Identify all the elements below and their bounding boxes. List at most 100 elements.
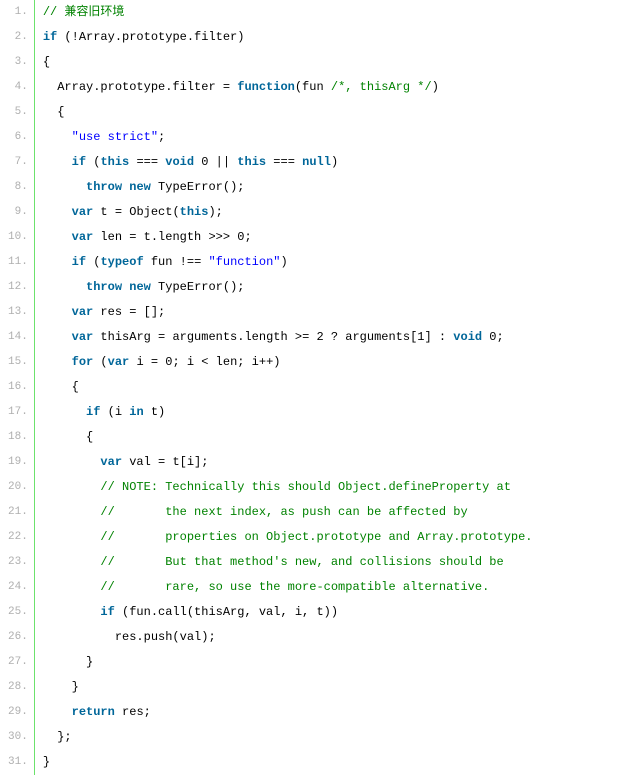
token-pln (43, 300, 72, 325)
token-cm: // the next index, as push can be affect… (100, 500, 467, 525)
token-pln: ( (86, 250, 100, 275)
line-number: 9. (0, 200, 28, 225)
line-number: 16. (0, 375, 28, 400)
token-pln: val = t[i]; (122, 450, 208, 475)
code-line: // properties on Object.prototype and Ar… (43, 525, 623, 550)
line-number: 12. (0, 275, 28, 300)
line-number: 5. (0, 100, 28, 125)
line-number: 8. (0, 175, 28, 200)
token-pln: ( (86, 150, 100, 175)
code-content: // 兼容旧环境if (!Array.prototype.filter){ Ar… (35, 0, 623, 775)
token-str: "use strict" (72, 125, 158, 150)
token-kw: if (100, 600, 114, 625)
code-line: // But that method's new, and collisions… (43, 550, 623, 575)
token-kw: var (72, 325, 94, 350)
code-line: var res = []; (43, 300, 623, 325)
token-pln: (fun.call(thisArg, val, i, t)) (115, 600, 338, 625)
code-line: var thisArg = arguments.length >= 2 ? ar… (43, 325, 623, 350)
code-line: if (this === void 0 || this === null) (43, 150, 623, 175)
token-kw: var (72, 300, 94, 325)
token-pln: TypeError(); (151, 175, 245, 200)
line-number: 7. (0, 150, 28, 175)
token-pln: ) (280, 250, 287, 275)
line-number: 27. (0, 650, 28, 675)
code-line: } (43, 750, 623, 775)
line-number: 2. (0, 25, 28, 50)
token-kw: in (129, 400, 143, 425)
token-kw: if (86, 400, 100, 425)
line-number: 4. (0, 75, 28, 100)
token-kw: new (129, 175, 151, 200)
token-pln: t = Object( (93, 200, 179, 225)
token-kw: if (72, 250, 86, 275)
code-line: // 兼容旧环境 (43, 0, 623, 25)
code-line: { (43, 100, 623, 125)
token-pln: ); (208, 200, 222, 225)
line-number: 23. (0, 550, 28, 575)
token-pln (43, 475, 101, 500)
line-number: 3. (0, 50, 28, 75)
token-pln (43, 550, 101, 575)
token-kw: void (453, 325, 482, 350)
token-pln: 0 || (194, 150, 237, 175)
token-pln: Array.prototype.filter = (43, 75, 237, 100)
code-line: var t = Object(this); (43, 200, 623, 225)
code-line: if (!Array.prototype.filter) (43, 25, 623, 50)
token-pln: === (129, 150, 165, 175)
token-pln: 0; (482, 325, 504, 350)
token-pln (43, 150, 72, 175)
token-pln (43, 275, 86, 300)
token-pln (43, 600, 101, 625)
code-line: var val = t[i]; (43, 450, 623, 475)
token-pln: ) (432, 75, 439, 100)
token-cm: // 兼容旧环境 (43, 0, 125, 25)
line-number: 14. (0, 325, 28, 350)
token-pln: } (43, 675, 79, 700)
line-number: 25. (0, 600, 28, 625)
token-pln (43, 200, 72, 225)
token-pln: } (43, 650, 93, 675)
token-pln: (!Array.prototype.filter) (57, 25, 244, 50)
token-cm: // NOTE: Technically this should Object.… (100, 475, 510, 500)
line-number: 22. (0, 525, 28, 550)
line-number: 31. (0, 750, 28, 775)
line-number: 17. (0, 400, 28, 425)
line-number: 21. (0, 500, 28, 525)
line-number: 20. (0, 475, 28, 500)
token-kw: function (237, 75, 295, 100)
line-number: 1. (0, 0, 28, 25)
token-kw: var (72, 200, 94, 225)
token-cm: // rare, so use the more-compatible alte… (100, 575, 489, 600)
code-line: { (43, 50, 623, 75)
token-kw: var (100, 450, 122, 475)
line-number: 26. (0, 625, 28, 650)
token-kw: throw (86, 275, 122, 300)
token-pln: thisArg = arguments.length >= 2 ? argume… (93, 325, 453, 350)
token-pln (43, 700, 72, 725)
token-pln (43, 125, 72, 150)
line-number: 6. (0, 125, 28, 150)
line-number: 18. (0, 425, 28, 450)
token-kw: for (72, 350, 94, 375)
line-number: 24. (0, 575, 28, 600)
code-line: for (var i = 0; i < len; i++) (43, 350, 623, 375)
token-pln: i = 0; i < len; i++) (129, 350, 280, 375)
token-kw: var (108, 350, 130, 375)
token-kw: throw (86, 175, 122, 200)
code-line: } (43, 650, 623, 675)
code-line: throw new TypeError(); (43, 175, 623, 200)
token-pln: ; (158, 125, 165, 150)
token-pln (43, 250, 72, 275)
token-pln: }; (43, 725, 72, 750)
token-pln: (i (100, 400, 129, 425)
code-line: res.push(val); (43, 625, 623, 650)
code-line: return res; (43, 700, 623, 725)
token-pln: ( (93, 350, 107, 375)
line-number: 13. (0, 300, 28, 325)
token-kw: new (129, 275, 151, 300)
code-line: } (43, 675, 623, 700)
code-line: }; (43, 725, 623, 750)
token-pln: res; (115, 700, 151, 725)
token-kw: this (100, 150, 129, 175)
code-line: var len = t.length >>> 0; (43, 225, 623, 250)
